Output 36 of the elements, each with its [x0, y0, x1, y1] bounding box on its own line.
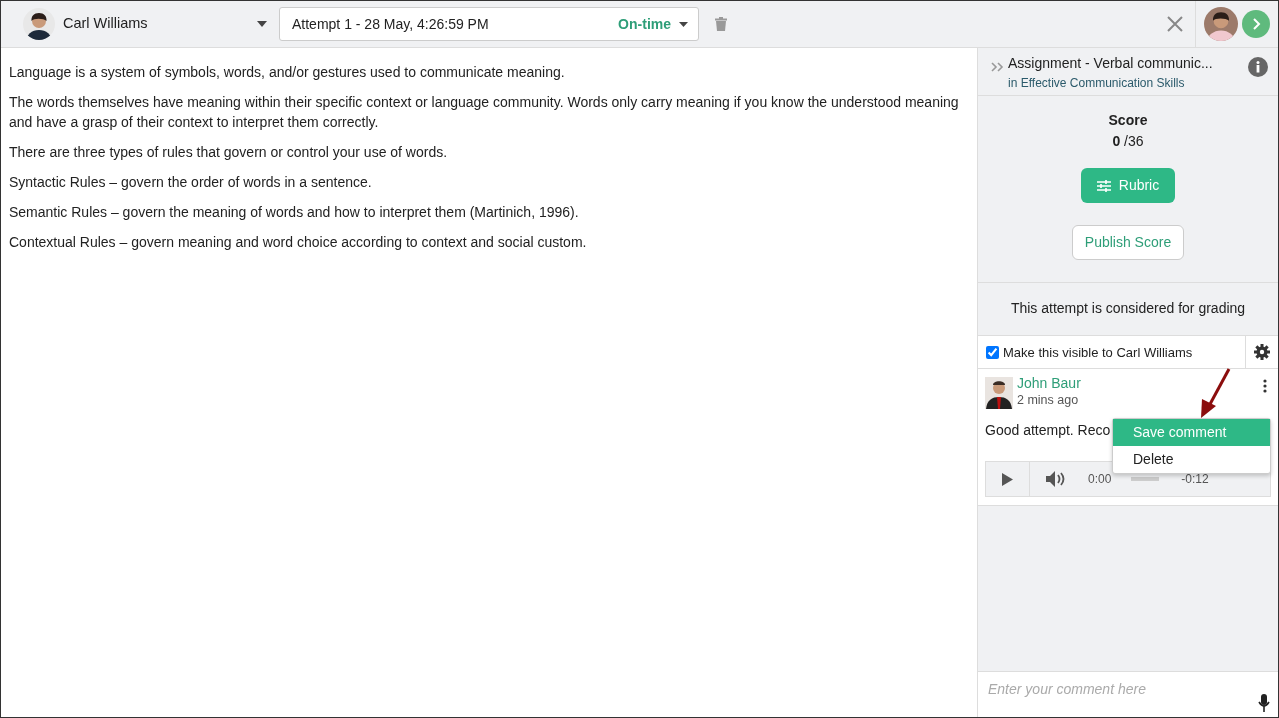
caret-icon[interactable] — [679, 21, 688, 27]
caret-icon[interactable] — [257, 21, 267, 27]
rubric-button[interactable]: Rubric — [1080, 168, 1176, 203]
visibility-label: Make this visible to Carl Williams — [1003, 343, 1193, 362]
comment-text: Good attempt. Reco — [985, 422, 1111, 438]
paragraph: Language is a system of symbols, words, and/or gestures used to communicate meaning. — [9, 63, 566, 82]
score-label: Score — [1107, 111, 1149, 130]
paragraph: The words themselves have meaning within their specific context or language community. Words only carry meaning if you know the understood meaning and have a grasp of their context to interpret them correctly. — [9, 93, 960, 132]
settings-icon[interactable] — [1254, 344, 1270, 361]
attempt-dropdown[interactable]: Attempt 1 - 28 May, 4:26:59 PM On-time — [279, 7, 699, 41]
comment-time: 2 mins ago — [1017, 392, 1080, 410]
seek-track[interactable] — [1131, 477, 1160, 482]
menu-item[interactable]: Save comment — [1113, 419, 1270, 447]
paragraph: There are three types of rules that govern or control your use of words. — [9, 143, 449, 162]
author-name[interactable]: John Baur — [1017, 375, 1081, 392]
menu-item[interactable]: Delete — [1113, 446, 1270, 474]
student-name: Carl Williams — [63, 14, 148, 34]
play-icon[interactable] — [1002, 472, 1013, 486]
comment-field[interactable]: Enter your comment here — [978, 671, 1278, 717]
paragraph: Contextual Rules – govern meaning and word choice according to context and social custom. — [9, 233, 588, 252]
paragraph: Semantic Rules – govern the meaning of words and how to interpret them (Martinich, 1996). — [9, 203, 580, 222]
grading-note: This attempt is considered for grading — [1010, 300, 1246, 316]
assignment-title: Assignment - Verbal communic... — [1008, 54, 1214, 73]
info-icon[interactable] — [1248, 57, 1268, 77]
visibility-checkbox[interactable] — [986, 345, 999, 359]
score-value: 0 /36 — [1111, 132, 1145, 151]
course-name: in Effective Communication Skills — [1008, 75, 1186, 92]
volume-icon[interactable] — [1046, 471, 1066, 488]
publish-score-button[interactable]: Publish Score — [1071, 225, 1185, 260]
paragraph: Syntactic Rules – govern the order of words in a sentence. — [9, 173, 373, 192]
elapsed-time: 0:00 — [1088, 471, 1112, 489]
sliders-icon — [1096, 179, 1111, 192]
remaining-time: -0:12 — [1181, 471, 1209, 489]
close-icon[interactable] — [1167, 16, 1183, 32]
microphone-icon[interactable] — [1258, 694, 1270, 712]
more-icon[interactable] — [1263, 379, 1267, 394]
